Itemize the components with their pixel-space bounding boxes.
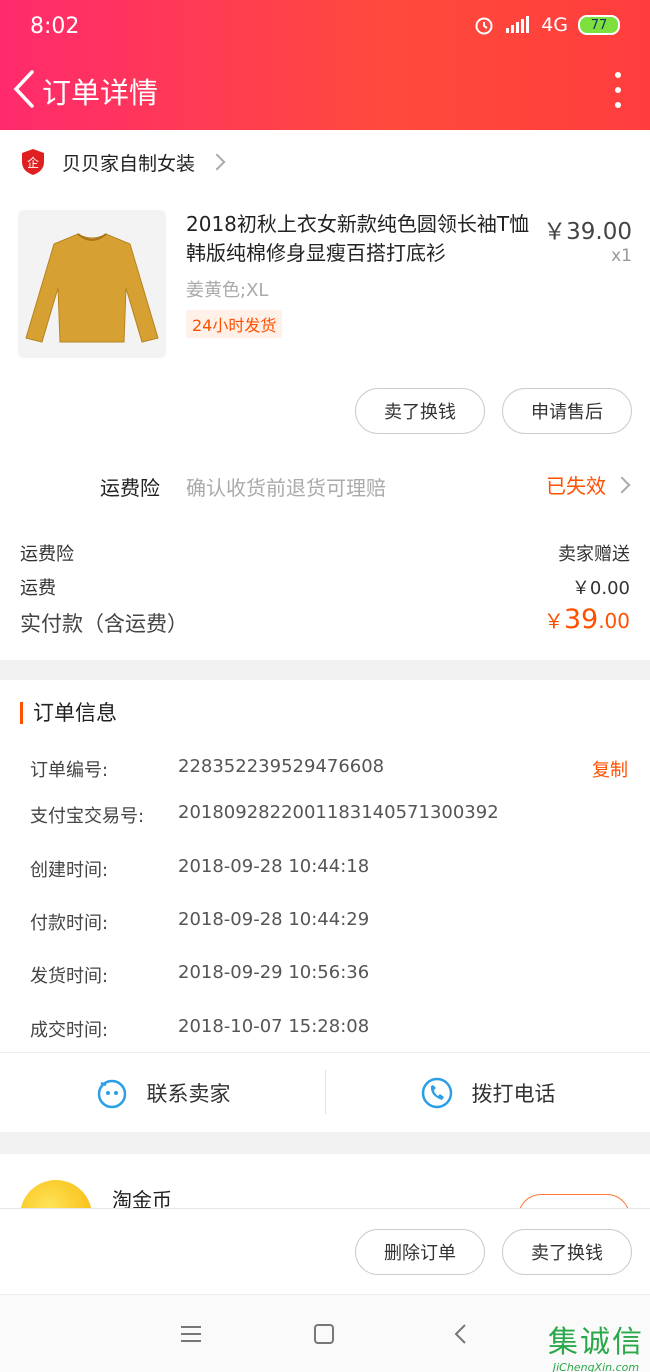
insurance-status[interactable]: 已失效: [546, 470, 631, 499]
coin-card: 淘金币: [0, 1154, 650, 1214]
shipping-tag: 24小时发货: [186, 310, 283, 338]
phone-icon: [421, 1077, 452, 1108]
page-title: 订单详情: [42, 76, 159, 110]
info-key: 创建时间:: [30, 860, 109, 881]
call-phone-label: 拨打电话: [471, 1081, 556, 1106]
contact-seller-label: 联系卖家: [146, 1081, 231, 1106]
chevron-right-icon: [208, 153, 226, 171]
fee-shipping-label: 运费: [20, 578, 56, 599]
insurance-label: 运费险: [100, 476, 160, 500]
info-key: 发货时间:: [30, 966, 109, 987]
total-label: 实付款（含运费）: [20, 612, 188, 636]
status-time: 8:02: [30, 14, 80, 39]
shop-name: 贝贝家自制女装: [62, 152, 196, 175]
total-symbol: ￥: [543, 609, 564, 633]
total-decimal: .00: [598, 609, 630, 633]
product-sku: 姜黄色;XL: [186, 280, 269, 301]
after-sale-button[interactable]: 申请售后: [502, 388, 632, 434]
divider: [325, 1070, 326, 1114]
call-phone-button[interactable]: 拨打电话: [325, 1053, 650, 1132]
watermark-main: 集诚信: [548, 1325, 644, 1360]
info-key: 支付宝交易号:: [30, 806, 145, 827]
order-info-title: 订单信息: [20, 702, 117, 724]
total-integer: 39: [563, 604, 599, 635]
chevron-right-icon: [613, 476, 631, 493]
system-nav-bar: 集诚信 JiChengXin.com: [0, 1294, 650, 1372]
alipay-trade-number: 2018092822001183140571300392: [178, 802, 499, 823]
more-menu-icon[interactable]: [610, 72, 626, 108]
svg-text:企: 企: [27, 155, 39, 170]
watermark-logo: 集诚信 JiChengXin.com: [548, 1317, 644, 1372]
product-title[interactable]: 2018初秋上衣女新款纯色圆领长袖T恤韩版纯棉修身显瘦百搭打底衫: [186, 210, 536, 268]
paid-time: 2018-09-28 10:44:29: [178, 909, 370, 930]
delete-order-button[interactable]: 删除订单: [355, 1229, 485, 1275]
product-quantity: x1: [611, 246, 632, 266]
resell-button[interactable]: 卖了换钱: [355, 388, 485, 434]
info-key: 成交时间:: [30, 1020, 109, 1041]
signal-icon: [506, 16, 530, 33]
order-info-card: 订单信息 复制 订单编号: 228352239529476608 支付宝交易号:…: [0, 680, 650, 1132]
battery-icon: 77: [578, 15, 620, 35]
bottom-action-bar: 删除订单 卖了换钱: [0, 1208, 650, 1294]
product-image[interactable]: [18, 210, 166, 358]
fee-insurance-value: 卖家赠送: [558, 544, 630, 565]
order-number: 228352239529476608: [178, 756, 385, 777]
fee-shipping-value: ￥0.00: [571, 578, 630, 599]
total-value: ￥39.00: [544, 604, 630, 635]
created-time: 2018-09-28 10:44:18: [178, 856, 370, 877]
shop-link[interactable]: 企 贝贝家自制女装: [20, 148, 226, 176]
status-icons: 4G 77: [473, 14, 620, 36]
app-header: 8:02 4G 77 订单详情: [0, 0, 650, 130]
watermark-sub: JiChengXin.com: [552, 1361, 640, 1372]
copy-button[interactable]: 复制: [592, 756, 628, 782]
insurance-status-text: 已失效: [546, 474, 606, 498]
info-key: 订单编号:: [30, 760, 109, 781]
back-arrow-icon[interactable]: [8, 66, 40, 112]
completed-time: 2018-10-07 15:28:08: [178, 1016, 370, 1037]
order-item-card: 企 贝贝家自制女装 2018初秋上衣女新款纯色圆领长袖T恤韩版纯棉修身显瘦百搭打…: [0, 130, 650, 660]
network-type: 4G: [541, 14, 568, 36]
product-price: ￥39.00: [543, 219, 632, 245]
alarm-icon: [475, 17, 493, 35]
shipped-time: 2018-09-29 10:56:36: [178, 962, 370, 983]
contact-seller-button[interactable]: 联系卖家: [0, 1053, 325, 1132]
chat-bubble-icon: [97, 1079, 126, 1108]
insurance-desc: 确认收货前退货可理赔: [186, 476, 386, 500]
fee-insurance-label: 运费险: [20, 544, 74, 565]
home-square-icon[interactable]: [306, 1317, 342, 1351]
info-key: 付款时间:: [30, 913, 109, 934]
shop-badge-icon: 企: [22, 149, 44, 175]
back-triangle-icon[interactable]: [443, 1317, 479, 1351]
resell-bottom-button[interactable]: 卖了换钱: [502, 1229, 632, 1275]
menu-icon[interactable]: [173, 1317, 209, 1351]
